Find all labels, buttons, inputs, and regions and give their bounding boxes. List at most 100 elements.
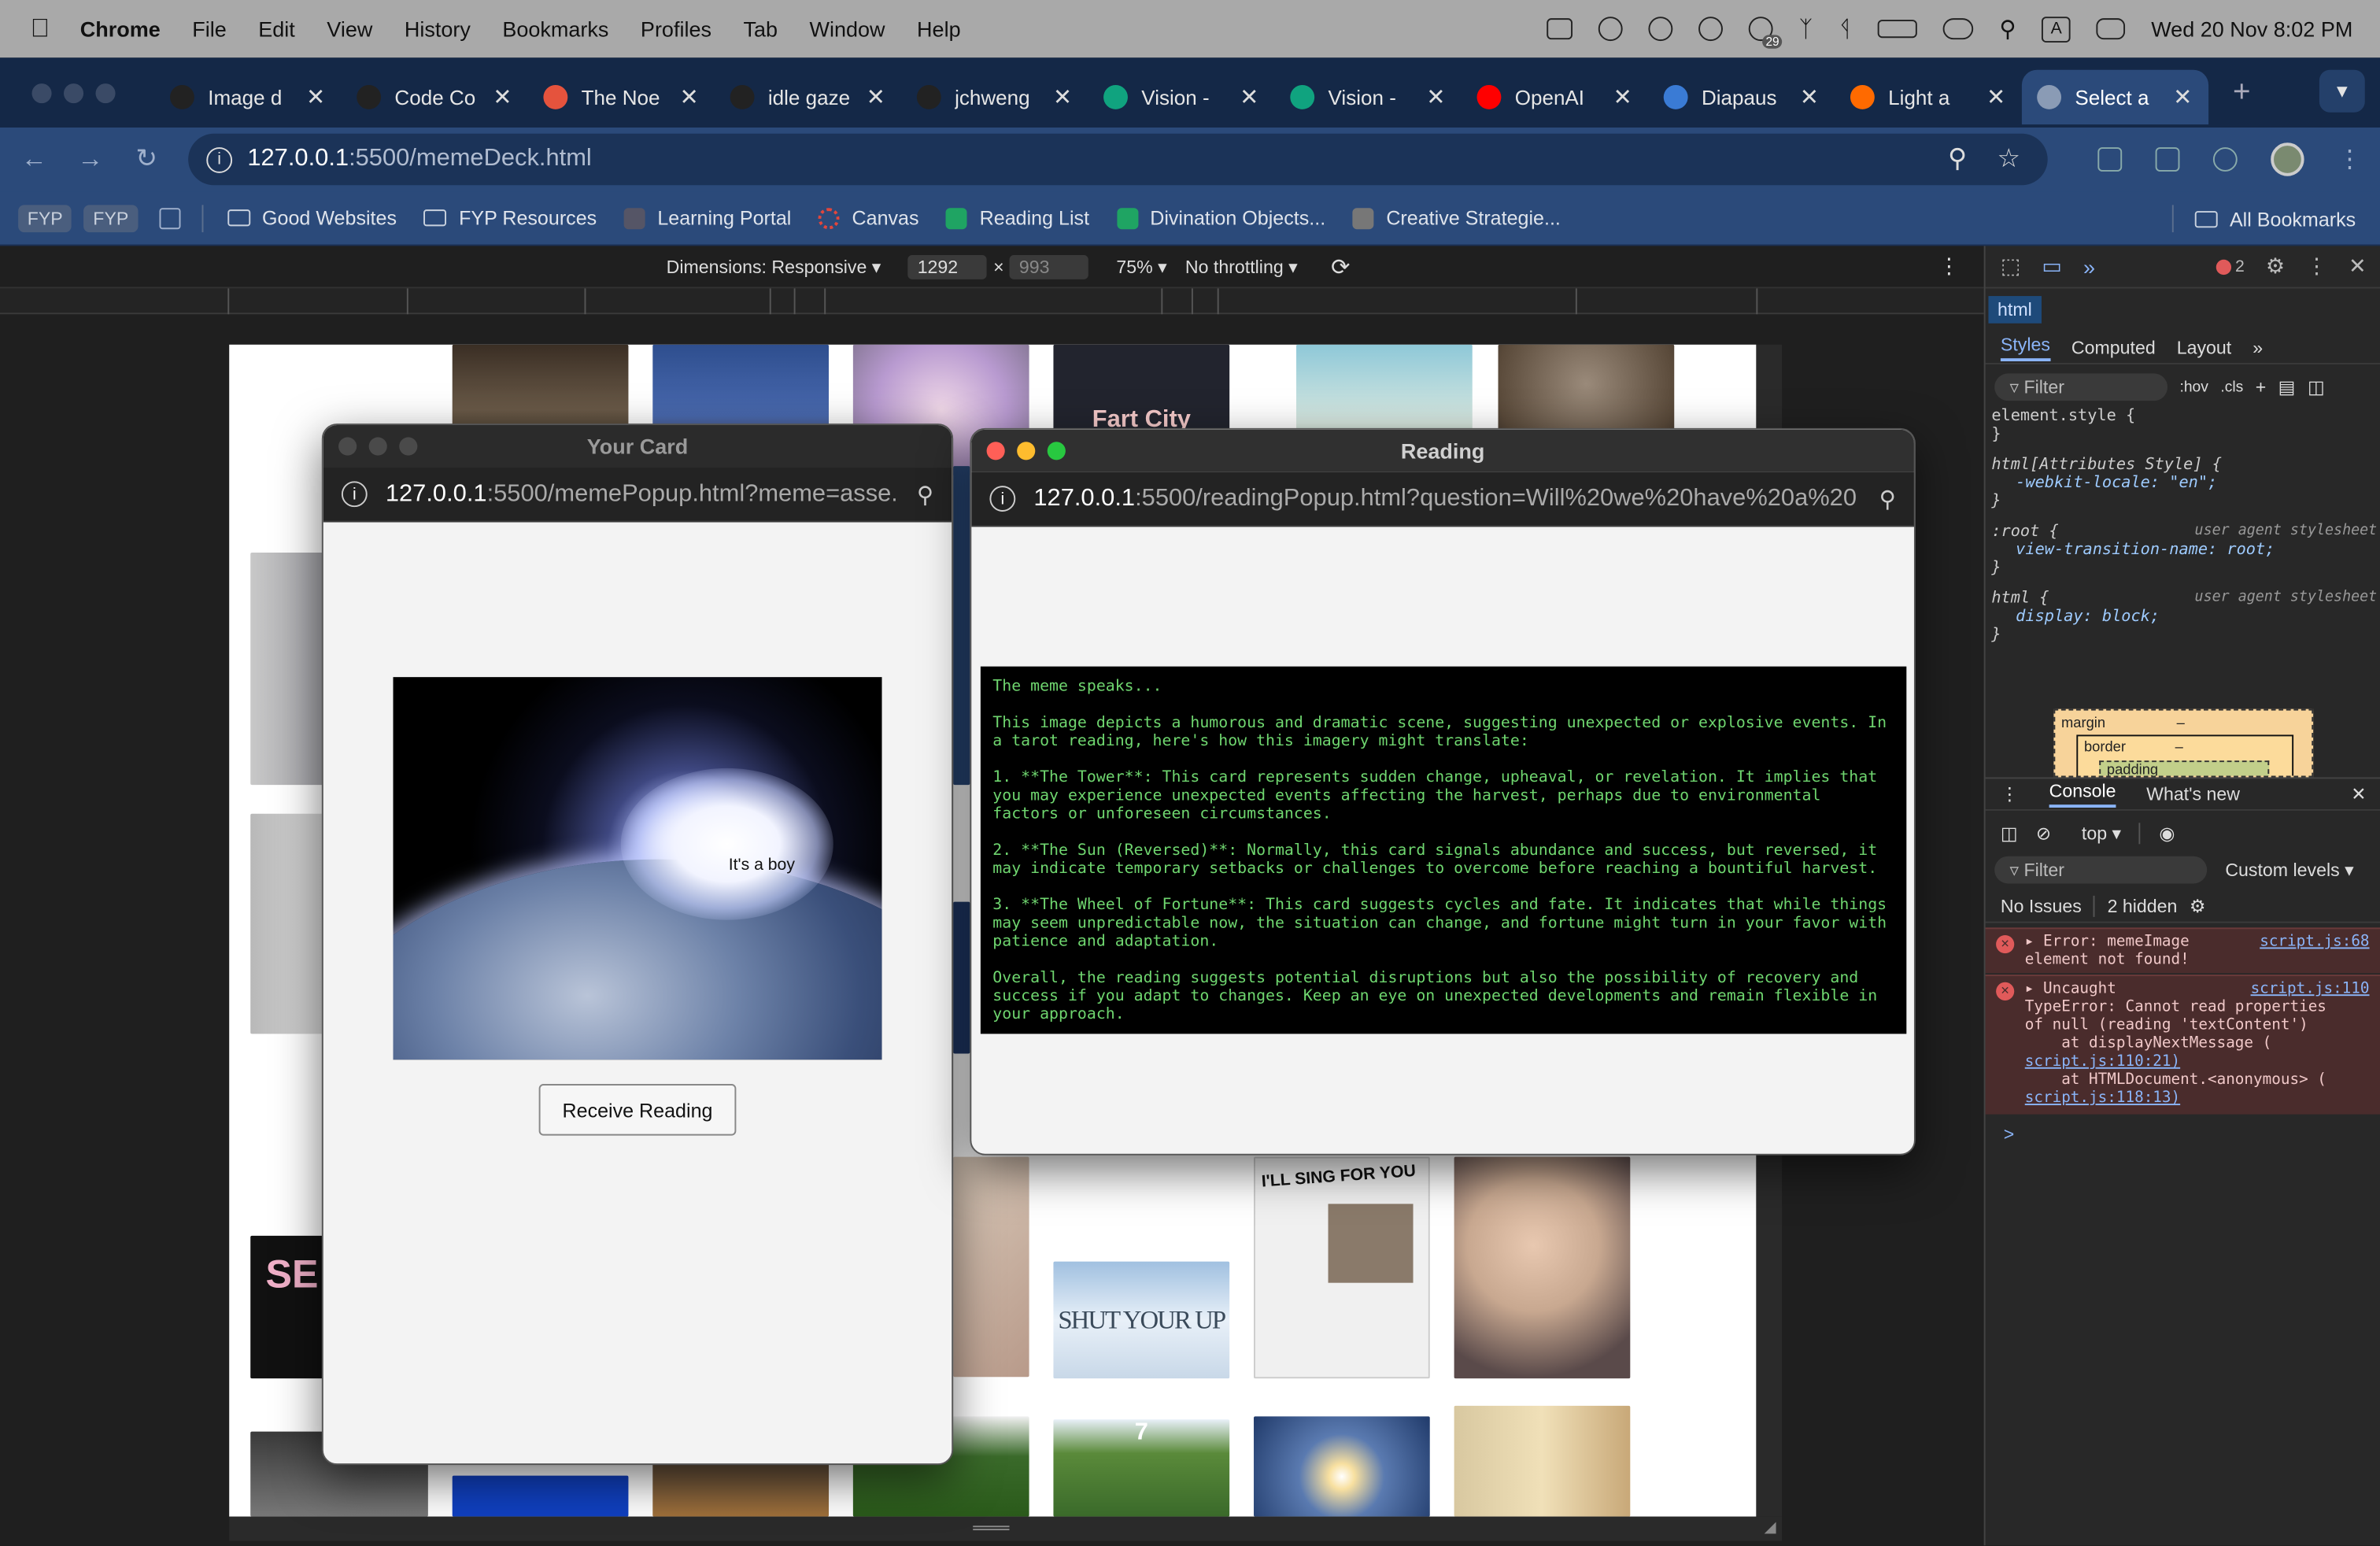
zoom-window-button[interactable] — [1047, 442, 1066, 460]
notification-icon[interactable]: 29 — [1749, 17, 1783, 49]
more-options-icon[interactable]: ⋮ — [1938, 253, 1960, 279]
menu-file[interactable]: File — [192, 17, 227, 41]
site-info-icon[interactable]: i — [341, 481, 368, 508]
inspect-icon[interactable]: ⬚ — [2001, 253, 2021, 279]
close-tab-icon[interactable]: ✕ — [2172, 83, 2193, 111]
console-settings-icon[interactable]: ⚙ — [2190, 895, 2206, 916]
throttling-select[interactable]: No throttling ▾ — [1185, 256, 1298, 277]
extensions-icon[interactable] — [2155, 147, 2180, 172]
menu-view[interactable]: View — [327, 17, 372, 41]
dom-breadcrumb[interactable]: html — [1988, 296, 2042, 324]
style-rule[interactable]: html {user agent stylesheet display: bloc… — [1991, 589, 2377, 643]
close-tab-icon[interactable]: ✕ — [1798, 83, 1820, 111]
tab-layout[interactable]: Layout — [2177, 336, 2231, 357]
error-stack-link[interactable]: script.js:118:13) — [2025, 1090, 2373, 1108]
globe-status-icon[interactable] — [1698, 17, 1724, 42]
bluetooth-icon[interactable]: ᛩ — [1839, 16, 1852, 42]
search-icon[interactable]: ⚲ — [1999, 15, 2016, 43]
tab-computed[interactable]: Computed — [2071, 336, 2156, 357]
add-rule-icon[interactable]: + — [2256, 376, 2267, 398]
meme-thumbnail[interactable] — [1454, 1405, 1631, 1517]
close-tab-icon[interactable]: ✕ — [305, 83, 327, 111]
new-tab-button[interactable]: + — [2233, 75, 2251, 109]
styles-filter-input[interactable]: ▿ Filter — [1994, 373, 2168, 401]
meme-thumbnail[interactable] — [953, 901, 970, 1054]
browser-tab[interactable]: Vision - ✕ — [1275, 70, 1462, 124]
browser-tab[interactable]: Code Co ✕ — [342, 70, 528, 124]
more-tabs-icon[interactable]: » — [2252, 336, 2263, 357]
browser-tab[interactable]: Image d ✕ — [155, 70, 342, 124]
paint-icon[interactable]: ▤ — [2278, 376, 2296, 398]
radio-icon[interactable]: ᛉ — [1799, 16, 1813, 42]
menu-bookmarks[interactable]: Bookmarks — [502, 17, 608, 41]
bookmark-creative-strategies[interactable]: Creative Strategie... — [1352, 206, 1561, 229]
browser-tab[interactable]: OpenAI ✕ — [1462, 70, 1648, 124]
zoom-select[interactable]: 75% ▾ — [1116, 256, 1166, 277]
reader-icon[interactable] — [2097, 147, 2123, 172]
cloud-icon[interactable] — [1648, 17, 1673, 42]
error-source-link[interactable]: script.js:68 — [2260, 934, 2369, 952]
bookmark-reading-list[interactable]: Reading List — [946, 206, 1089, 229]
zoom-icon[interactable]: ⚲ — [917, 480, 933, 508]
style-rule[interactable]: :root {user agent stylesheet view-transit… — [1991, 522, 2377, 576]
meme-thumbnail[interactable] — [953, 466, 970, 786]
bookmark-chip-fyp-2[interactable]: FYP — [83, 204, 138, 232]
settings-gear-icon[interactable]: ⚙ — [2266, 253, 2285, 279]
dimensions-select[interactable]: Dimensions: Responsive ▾ — [667, 256, 881, 277]
input-source-icon[interactable]: A — [2042, 16, 2071, 43]
error-source-link[interactable]: script.js:110 — [2251, 981, 2370, 999]
meme-thumbnail[interactable] — [1254, 1416, 1430, 1517]
close-tab-icon[interactable]: ✕ — [1239, 83, 1260, 111]
minimize-window-button[interactable] — [64, 83, 84, 103]
close-window-button[interactable] — [986, 442, 1005, 460]
close-tab-icon[interactable]: ✕ — [1612, 83, 1633, 111]
close-window-button[interactable] — [338, 437, 357, 456]
minimize-window-button[interactable] — [1017, 442, 1036, 460]
console-prompt[interactable]: > — [1986, 1120, 2380, 1148]
menu-history[interactable]: History — [405, 17, 471, 41]
browser-tab[interactable]: Select a ✕ — [2021, 69, 2209, 125]
menu-window[interactable]: Window — [810, 17, 885, 41]
bookmark-learning-portal[interactable]: Learning Portal — [623, 206, 791, 229]
reload-button[interactable]: ↻ — [118, 144, 174, 175]
tab-whats-new[interactable]: What's new — [2146, 783, 2240, 804]
levels-select[interactable]: Custom levels ▾ — [2225, 860, 2353, 881]
close-devtools-icon[interactable]: ✕ — [2349, 253, 2367, 279]
browser-tab[interactable]: The Noe ✕ — [528, 70, 715, 124]
device-mode-icon[interactable]: ▭ — [2042, 253, 2062, 279]
hidden-count[interactable]: 2 hidden — [2108, 895, 2178, 916]
reading-popup-url-bar[interactable]: i 127.0.0.1:5500/readingPopup.html?quest… — [971, 472, 1914, 527]
zoom-window-button[interactable] — [399, 437, 418, 456]
error-counter[interactable]: 2 — [2215, 257, 2245, 276]
meme-thumbnail-sing[interactable]: I'LL SING FOR YOU — [1254, 1156, 1430, 1379]
drawer-menu-icon[interactable]: ⋮ — [2001, 783, 2019, 804]
close-tab-icon[interactable]: ✕ — [865, 83, 886, 111]
style-rule[interactable]: element.style {} — [1991, 407, 2377, 443]
height-input[interactable]: 993 — [1010, 254, 1089, 279]
site-info-icon[interactable]: i — [206, 146, 233, 172]
bookmark-good-websites[interactable]: Good Websites — [227, 206, 397, 229]
more-tabs-icon[interactable]: » — [2083, 254, 2095, 279]
drive-icon[interactable] — [1547, 18, 1573, 40]
menu-tab[interactable]: Tab — [743, 17, 778, 41]
close-tab-icon[interactable]: ✕ — [1986, 83, 2007, 111]
bookmark-star-icon[interactable]: ☆ — [1998, 144, 2020, 175]
meme-thumbnail[interactable] — [953, 1156, 1029, 1378]
bookmark-canvas[interactable]: Canvas — [819, 206, 919, 229]
meme-thumbnail-shut-your-up[interactable]: SHUT YOUR UP — [1053, 1261, 1230, 1379]
width-input[interactable]: 1292 — [908, 254, 988, 279]
meme-thumbnail[interactable] — [1454, 1156, 1631, 1379]
browser-tab[interactable]: Diapaus ✕ — [1648, 70, 1835, 124]
bookmark-chip-fyp[interactable]: FYP — [18, 204, 72, 232]
extension-icon[interactable] — [2212, 147, 2238, 172]
close-window-button[interactable] — [31, 83, 52, 103]
browser-tab[interactable]: idle gaze ✕ — [715, 70, 901, 124]
zoom-icon[interactable]: ⚲ — [1948, 144, 1967, 175]
menu-profiles[interactable]: Profiles — [641, 17, 711, 41]
apple-icon[interactable]:  — [31, 13, 50, 44]
minimize-window-button[interactable] — [368, 437, 387, 456]
console-filter-input[interactable]: ▿ Filter — [1994, 856, 2208, 884]
hov-toggle[interactable]: :hov — [2179, 379, 2208, 395]
menu-help[interactable]: Help — [917, 17, 961, 41]
browser-tab[interactable]: jchweng ✕ — [902, 70, 1088, 124]
